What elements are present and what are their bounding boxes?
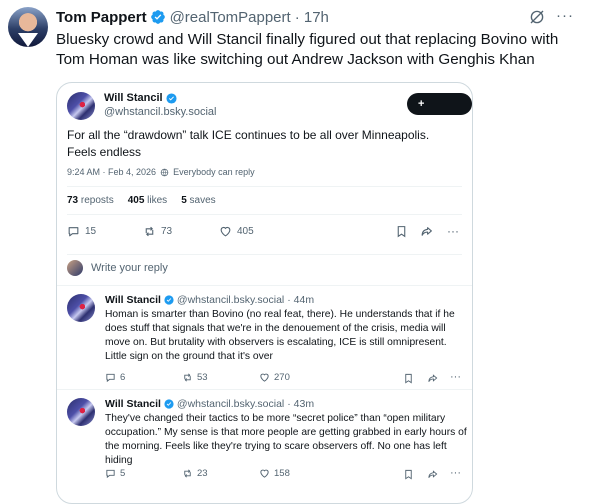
tweet-header: Tom Pappert @realTomPappert · 17h xyxy=(56,7,329,27)
quoted-post-card[interactable]: Will Stancil @whstancil.bsky.social + Fo… xyxy=(56,82,473,504)
reply-time[interactable]: · 44m xyxy=(287,294,314,306)
verified-badge-icon xyxy=(166,92,177,104)
like-button[interactable]: 405 xyxy=(219,225,254,238)
reply-comment-button[interactable]: 5 xyxy=(105,468,125,479)
repost-button[interactable]: 73 xyxy=(143,225,172,238)
reply-repost-button[interactable]: 53 xyxy=(182,372,208,383)
share-icon[interactable] xyxy=(420,225,433,238)
reply-author-handle[interactable]: @whstancil.bsky.social xyxy=(177,398,284,410)
reply-audience: Everybody can reply xyxy=(173,167,255,177)
more-icon[interactable]: ··· xyxy=(450,371,461,383)
heart-icon xyxy=(260,373,269,382)
quoted-author-handle[interactable]: @whstancil.bsky.social xyxy=(104,106,216,118)
globe-icon xyxy=(160,168,169,176)
bookmark-icon[interactable] xyxy=(403,373,414,384)
reply-avatar[interactable] xyxy=(67,294,95,322)
quoted-stats: 73 reposts 405 likes 5 saves xyxy=(67,195,216,206)
reply-post[interactable]: Will Stancil @whstancil.bsky.social · 43… xyxy=(57,390,472,493)
more-icon[interactable]: ··· xyxy=(450,467,461,479)
reply-author-name[interactable]: Will Stancil xyxy=(105,398,161,410)
divider xyxy=(67,214,462,215)
quoted-action-bar: 15 73 405 ··· xyxy=(67,224,462,241)
comment-icon xyxy=(68,227,79,237)
reply-author-name[interactable]: Will Stancil xyxy=(105,294,161,306)
bookmark-icon[interactable] xyxy=(395,225,408,238)
tweet-top-actions: ··· xyxy=(528,8,574,26)
quoted-avatar[interactable] xyxy=(67,92,95,120)
bookmark-icon[interactable] xyxy=(403,469,414,480)
author-handle[interactable]: @realTomPappert xyxy=(170,9,291,26)
reply-avatar[interactable] xyxy=(67,398,95,426)
author-avatar[interactable] xyxy=(8,7,48,47)
grok-icon[interactable] xyxy=(528,8,546,26)
likes-stat[interactable]: 405 likes xyxy=(128,195,167,206)
heart-icon xyxy=(220,226,231,237)
verified-badge-icon xyxy=(150,10,165,24)
quoted-text: For all the “drawdown” talk ICE continue… xyxy=(67,128,430,159)
reply-like-button[interactable]: 158 xyxy=(259,468,290,479)
repost-icon xyxy=(184,469,191,478)
share-icon[interactable] xyxy=(427,469,438,480)
more-icon[interactable]: ··· xyxy=(447,224,459,238)
reply-text: Homan is smarter than Bovino (no real fe… xyxy=(105,309,455,362)
write-reply-row[interactable]: Write your reply xyxy=(67,260,168,276)
reply-comment-button[interactable]: 6 xyxy=(105,372,125,383)
verified-badge-icon xyxy=(164,399,174,409)
heart-icon xyxy=(260,469,269,478)
reply-like-button[interactable]: 270 xyxy=(259,372,290,383)
tweet-text: Bluesky crowd and Will Stancil finally f… xyxy=(56,31,559,68)
more-icon[interactable]: ··· xyxy=(556,8,574,26)
write-reply-placeholder[interactable]: Write your reply xyxy=(91,262,168,274)
reply-post[interactable]: Will Stancil @whstancil.bsky.social · 44… xyxy=(57,286,472,389)
follow-button[interactable]: + Follow xyxy=(407,93,472,132)
reply-author-handle[interactable]: @whstancil.bsky.social xyxy=(177,294,284,306)
share-icon[interactable] xyxy=(427,373,438,384)
comment-icon xyxy=(106,373,115,383)
saves-stat[interactable]: 5 saves xyxy=(181,195,215,206)
reposts-stat[interactable]: 73 reposts xyxy=(67,195,114,206)
own-avatar xyxy=(67,260,83,276)
tweet-time[interactable]: · 17h xyxy=(295,9,329,26)
comment-icon xyxy=(106,469,115,479)
divider xyxy=(67,186,462,187)
quoted-timestamp[interactable]: 9:24 AM · Feb 4, 2026 xyxy=(67,167,156,177)
reply-button[interactable]: 15 xyxy=(67,225,96,238)
reply-time[interactable]: · 43m xyxy=(287,398,314,410)
divider xyxy=(67,254,462,255)
author-name[interactable]: Tom Pappert xyxy=(56,9,147,26)
verified-badge-icon xyxy=(164,295,174,305)
repost-icon xyxy=(184,373,191,382)
reply-text: They've changed their tactics to be more… xyxy=(105,413,467,466)
reply-repost-button[interactable]: 23 xyxy=(182,468,208,479)
quoted-author-name[interactable]: Will Stancil xyxy=(104,92,163,104)
repost-icon xyxy=(145,226,154,237)
